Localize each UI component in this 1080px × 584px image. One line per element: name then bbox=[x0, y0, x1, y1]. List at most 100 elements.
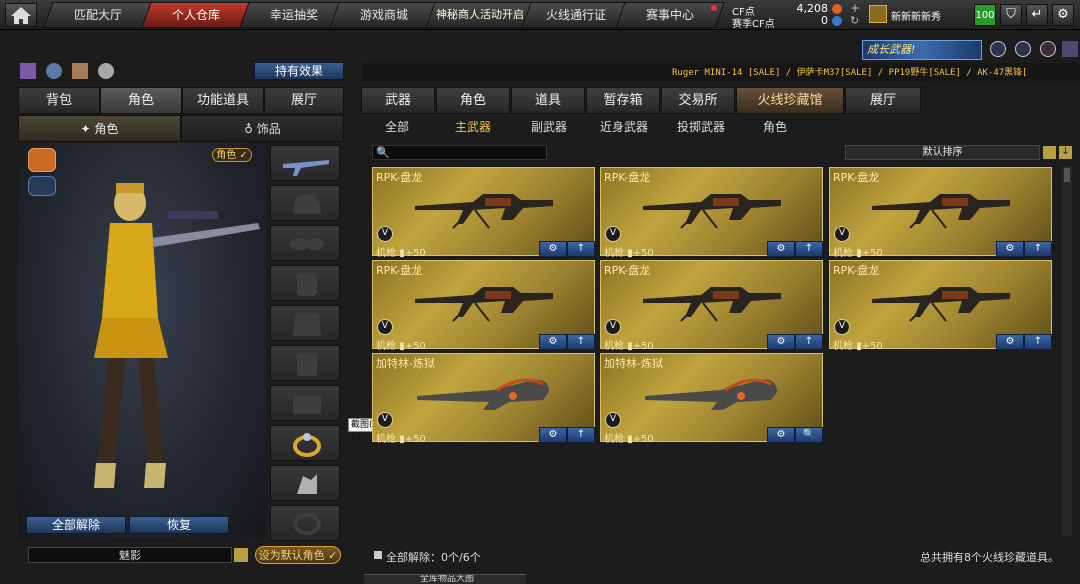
clear-all-button[interactable]: 全部解除 bbox=[26, 516, 126, 534]
settings-button[interactable]: ⚙ bbox=[1052, 4, 1074, 26]
item-card[interactable]: 加特林-炼狱 V 机枪 ▮+50 ⚙ ↑ bbox=[372, 353, 595, 445]
holding-effect-button[interactable]: 持有效果 bbox=[254, 62, 344, 80]
item-card[interactable]: RPK-盘龙 V 机枪 ▮+50 ⚙ ↑ bbox=[829, 260, 1052, 352]
scrollbar-thumb[interactable] bbox=[1064, 168, 1070, 182]
settings-button[interactable]: ⚙ bbox=[767, 334, 795, 350]
subcat-secondary[interactable]: 副武器 bbox=[520, 118, 578, 136]
subcat-primary[interactable]: 主武器 bbox=[444, 118, 502, 136]
growth-weapon-banner[interactable]: 成长武器! bbox=[862, 40, 982, 60]
sort-arrow-icon[interactable]: ↓ bbox=[1059, 146, 1072, 159]
add-cf-button[interactable]: + bbox=[850, 1, 860, 15]
subcat-throwing[interactable]: 投掷武器 bbox=[670, 118, 732, 136]
helmet-icon bbox=[293, 194, 321, 214]
subcat-character[interactable]: 角色 bbox=[750, 118, 800, 136]
list-icon[interactable] bbox=[234, 548, 248, 562]
upgrade-button[interactable]: ↑ bbox=[567, 241, 595, 257]
tab-exchange[interactable]: 交易所 bbox=[661, 87, 735, 114]
settings-button[interactable]: ⚙ bbox=[767, 241, 795, 257]
sort-dropdown[interactable]: 默认排序 bbox=[845, 145, 1040, 160]
settings-button[interactable]: ⚙ bbox=[996, 334, 1024, 350]
set-default-character-button[interactable]: 设为默认角色 ✓ bbox=[255, 546, 341, 564]
home-button[interactable] bbox=[5, 3, 37, 27]
item-card[interactable]: RPK-盘龙 V 机枪 ▮+50 ⚙ ↑ bbox=[372, 167, 595, 259]
flag-icon bbox=[374, 551, 382, 559]
scrollbar[interactable] bbox=[1062, 166, 1072, 536]
slot-vest[interactable] bbox=[270, 305, 340, 341]
cf-coin-icon bbox=[832, 4, 842, 14]
item-category: 机枪 ▮+50 bbox=[376, 248, 426, 259]
item-card[interactable]: RPK-盘龙 V 机枪 ▮+50 ⚙ ↑ bbox=[600, 167, 823, 259]
vip-badge-icon: V bbox=[834, 226, 850, 242]
tab-function-items[interactable]: 功能道具 bbox=[182, 87, 264, 114]
tab-items[interactable]: 道具 bbox=[511, 87, 585, 114]
backpack-icon bbox=[297, 354, 317, 376]
slot-helmet[interactable] bbox=[270, 185, 340, 221]
upgrade-button[interactable]: ↑ bbox=[1024, 241, 1052, 257]
slot-goggles[interactable] bbox=[270, 225, 340, 261]
upgrade-button[interactable]: ↑ bbox=[567, 427, 595, 443]
slot-backpack[interactable] bbox=[270, 345, 340, 381]
item-card[interactable]: 加特林-炼狱 V 机枪 ▮+50 ⚙ 🔍 bbox=[600, 353, 823, 445]
orange-badge-icon[interactable] bbox=[28, 148, 56, 172]
settings-button[interactable]: ⚙ bbox=[539, 334, 567, 350]
search-input[interactable]: 🔍 bbox=[372, 145, 547, 160]
subcat-melee[interactable]: 近身武器 bbox=[594, 118, 654, 136]
upgrade-button[interactable]: ↑ bbox=[795, 241, 823, 257]
list-view-icon[interactable] bbox=[1043, 146, 1056, 159]
inspect-button[interactable]: 🔍 bbox=[795, 427, 823, 443]
restore-button[interactable]: 恢复 bbox=[129, 516, 229, 534]
back-button[interactable]: ↵ bbox=[1026, 4, 1048, 26]
subtab-accessory[interactable]: ♁ 饰品 bbox=[181, 115, 344, 142]
settings-button[interactable]: ⚙ bbox=[767, 427, 795, 443]
view-icon[interactable] bbox=[46, 63, 62, 79]
blue-badge-icon[interactable] bbox=[28, 176, 56, 196]
hand-icon[interactable] bbox=[72, 63, 88, 79]
tab-battle-pass[interactable]: 火线通行证 bbox=[521, 2, 631, 28]
vest-icon bbox=[293, 314, 321, 336]
fist-icon[interactable] bbox=[98, 63, 114, 79]
upgrade-button[interactable]: ↑ bbox=[795, 334, 823, 350]
tab-characters[interactable]: 角色 bbox=[436, 87, 510, 114]
tab-right-showroom[interactable]: 展厅 bbox=[845, 87, 921, 114]
tab-weapons[interactable]: 武器 bbox=[361, 87, 435, 114]
stats-icon[interactable] bbox=[20, 63, 36, 79]
item-card[interactable]: RPK-盘龙 V 机枪 ▮+50 ⚙ ↑ bbox=[829, 167, 1052, 259]
refresh-icon[interactable]: ↻ bbox=[850, 14, 859, 27]
slot-belt[interactable] bbox=[270, 385, 340, 421]
slot-ring[interactable] bbox=[270, 425, 340, 461]
settings-button[interactable]: ⚙ bbox=[539, 427, 567, 443]
slot-primary-weapon[interactable] bbox=[270, 145, 340, 181]
subtab-character[interactable]: ✦ 角色 bbox=[18, 115, 181, 142]
tab-storage[interactable]: 暂存箱 bbox=[586, 87, 660, 114]
bottom-tab-partial[interactable]: 全库物品大图 bbox=[364, 574, 526, 584]
upgrade-button[interactable]: ↑ bbox=[567, 334, 595, 350]
emblem-icon-1[interactable] bbox=[990, 41, 1006, 57]
gold-ring-icon bbox=[293, 433, 321, 457]
character-name-field[interactable]: 魅影 bbox=[28, 547, 232, 563]
slot-bracelet[interactable] bbox=[270, 505, 340, 541]
gear-icon: ⚙ bbox=[1057, 7, 1069, 22]
shield-button[interactable]: ⛉ bbox=[1000, 4, 1022, 26]
tab-collection-hall[interactable]: 火线珍藏馆 bbox=[736, 87, 844, 114]
settings-button[interactable]: ⚙ bbox=[539, 241, 567, 257]
subcat-all[interactable]: 全部 bbox=[372, 118, 422, 136]
tab-event-center[interactable]: 赛事中心 bbox=[615, 2, 725, 28]
settings-button[interactable]: ⚙ bbox=[996, 241, 1024, 257]
upgrade-button[interactable]: ↑ bbox=[1024, 334, 1052, 350]
goggles-icon bbox=[290, 238, 324, 250]
tab-backpack[interactable]: 背包 bbox=[18, 87, 100, 114]
slot-mask[interactable] bbox=[270, 265, 340, 301]
tab-game-shop[interactable]: 游戏商城 bbox=[329, 2, 439, 28]
tab-character[interactable]: 角色 bbox=[100, 87, 182, 114]
emblem-icon-4[interactable] bbox=[1062, 41, 1078, 57]
tab-showroom[interactable]: 展厅 bbox=[264, 87, 344, 114]
character-preview[interactable] bbox=[18, 143, 266, 538]
emblem-icon-2[interactable] bbox=[1015, 41, 1031, 57]
slot-pendant[interactable] bbox=[270, 465, 340, 501]
tab-personal-inventory[interactable]: 个人仓库 bbox=[141, 2, 251, 28]
emblem-icon-3[interactable] bbox=[1040, 41, 1056, 57]
tab-match-lobby[interactable]: 匹配大厅 bbox=[43, 2, 153, 28]
item-card[interactable]: RPK-盘龙 V 机枪 ▮+50 ⚙ ↑ bbox=[600, 260, 823, 352]
tab-mystery-merchant[interactable]: 神秘商人活动开启 bbox=[425, 2, 535, 28]
item-card[interactable]: RPK-盘龙 V 机枪 ▮+50 ⚙ ↑ bbox=[372, 260, 595, 352]
